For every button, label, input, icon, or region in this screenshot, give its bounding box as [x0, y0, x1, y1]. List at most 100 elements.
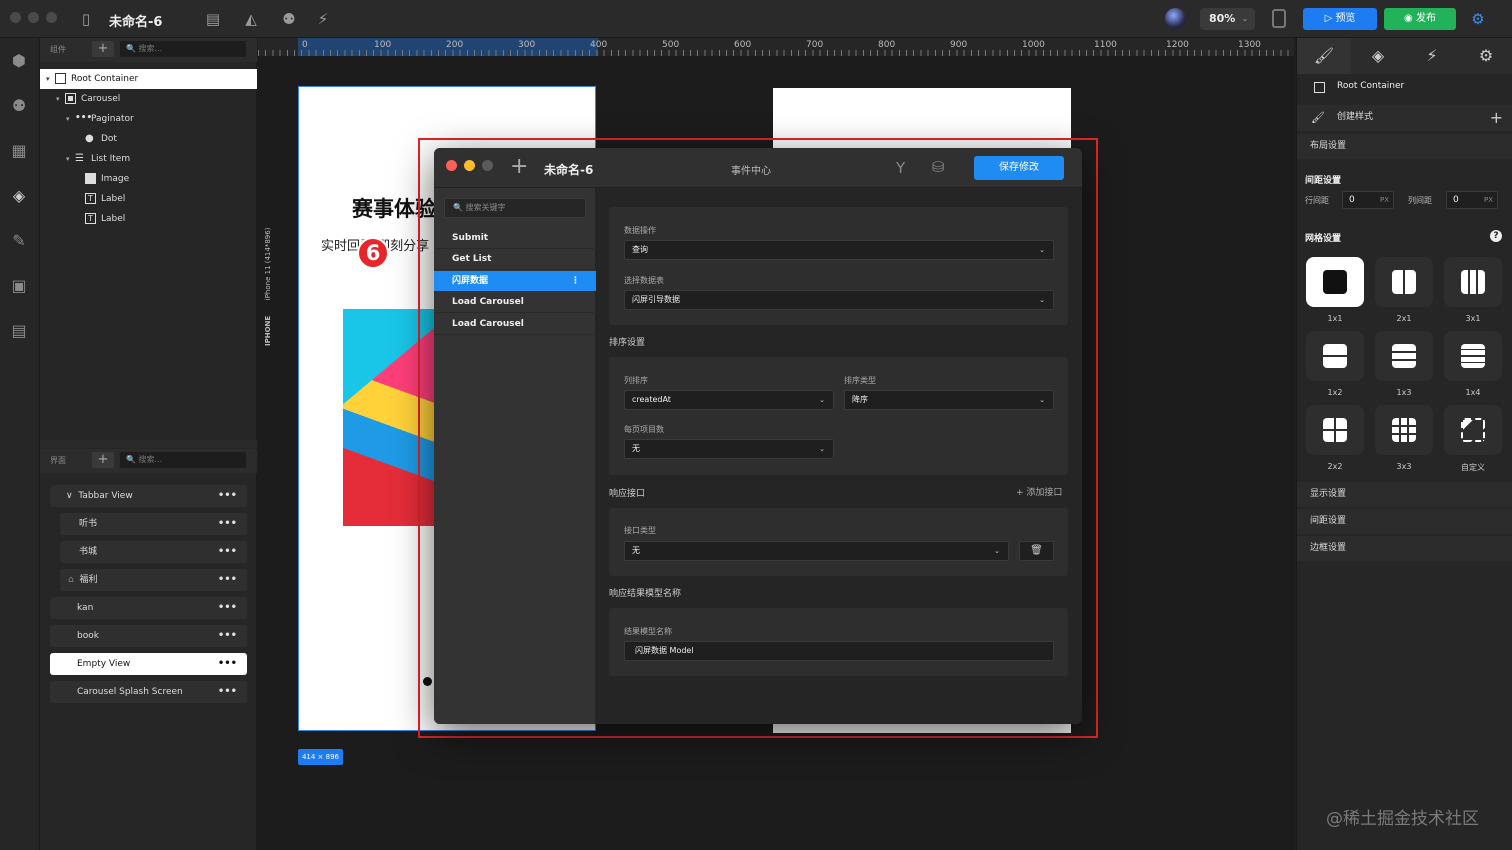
grid-1x1-button[interactable]	[1306, 257, 1364, 307]
pin-icon[interactable]: ✎	[8, 230, 30, 252]
table-icon[interactable]: ▤	[8, 320, 30, 342]
sort-type-select[interactable]: 降序 ⌄	[844, 390, 1054, 410]
lightning-icon[interactable]: ⚡	[314, 10, 332, 28]
grid-1x2-button[interactable]	[1306, 331, 1364, 381]
data-op-select[interactable]: 查询 ⌄	[624, 240, 1054, 260]
more-icon[interactable]: •••	[218, 653, 237, 675]
response-section-title: 响应接口	[609, 489, 646, 499]
help-icon[interactable]: ?	[1490, 230, 1502, 242]
ruler-label: 500	[662, 40, 680, 50]
tree-item-paginator[interactable]: ▾ •••Paginator	[40, 109, 257, 129]
page-item-book[interactable]: book •••	[50, 625, 247, 647]
ruler-label: 800	[878, 40, 896, 50]
components-search-input[interactable]: 🔍 搜索...	[120, 41, 246, 57]
page-item-fuli[interactable]: ⌂ 福利 •••	[60, 569, 247, 591]
avatar[interactable]	[1165, 8, 1186, 29]
assets-icon[interactable]: ⚉	[8, 95, 30, 117]
display-settings-row[interactable]: 显示设置	[1297, 482, 1512, 507]
interface-type-select[interactable]: 无 ⌄	[624, 541, 1009, 561]
zoom-select[interactable]: 80% ⌄	[1200, 8, 1255, 30]
modal-close-button[interactable]	[446, 160, 457, 171]
brush-icon[interactable]: 🖌	[1297, 38, 1351, 74]
tree-item-image[interactable]: Image	[40, 169, 257, 189]
event-item-selected[interactable]: 闪屏数据 ⋮	[434, 271, 596, 292]
window-zoom-button[interactable]	[46, 12, 57, 23]
page-label: 福利	[79, 575, 98, 585]
row-gap-input[interactable]: 0 PX	[1342, 191, 1394, 209]
model-name-input[interactable]: 闪屏数据 Model	[624, 641, 1054, 661]
cube-icon[interactable]: ⬢	[8, 50, 30, 72]
pages-search-input[interactable]: 🔍 搜索...	[120, 452, 246, 468]
window-close-button[interactable]	[10, 12, 21, 23]
add-component-button[interactable]: +	[92, 41, 114, 57]
robot-icon[interactable]: ⚙	[1459, 38, 1512, 74]
more-icon[interactable]: •••	[218, 541, 237, 563]
panel-divider[interactable]	[40, 440, 257, 448]
tree-item-carousel[interactable]: ▾ Carousel	[40, 89, 257, 109]
save-changes-button[interactable]: 保存修改	[974, 156, 1064, 180]
document-icon[interactable]: ▤	[204, 10, 222, 28]
pages-icon[interactable]: ▣	[8, 275, 30, 297]
diamond-icon[interactable]: ◈	[1351, 38, 1405, 74]
spacing-settings-row[interactable]: 间距设置	[1297, 509, 1512, 534]
page-item-empty-view[interactable]: Empty View •••	[50, 653, 247, 675]
col-gap-input[interactable]: 0 PX	[1446, 191, 1498, 209]
event-item[interactable]: Submit	[434, 228, 596, 249]
tree-item-label[interactable]: T Label	[40, 189, 257, 209]
trash-icon[interactable]: 🗑	[1019, 541, 1054, 561]
filter-icon[interactable]: Y	[896, 159, 905, 177]
settings-sliders-icon[interactable]: ⚙	[1469, 10, 1487, 28]
layout-settings-row[interactable]: 布局设置	[1297, 134, 1512, 159]
page-item-kan[interactable]: kan •••	[50, 597, 247, 619]
tree-item-label[interactable]: T Label	[40, 209, 257, 229]
more-icon[interactable]: •••	[218, 597, 237, 619]
shapes-icon[interactable]: ◭	[242, 10, 260, 28]
event-item[interactable]: Get List	[434, 249, 596, 270]
page-item-tabbar-view[interactable]: ∨ Tabbar View •••	[50, 485, 247, 507]
table-select[interactable]: 闪屏引导数据 ⌄	[624, 290, 1054, 310]
components-icon[interactable]: ⚉	[280, 10, 298, 28]
more-icon[interactable]: •••	[218, 569, 237, 591]
grid-1x4-button[interactable]	[1444, 331, 1502, 381]
grid-3x3-button[interactable]	[1375, 405, 1433, 455]
more-vertical-icon[interactable]: ⋮	[571, 271, 580, 292]
add-event-icon[interactable]: +	[510, 155, 528, 179]
window-minimize-button[interactable]	[28, 12, 39, 23]
modal-minimize-button[interactable]	[464, 160, 475, 171]
page-item-tingshu[interactable]: 听书 •••	[60, 513, 247, 535]
grid-icon[interactable]: ▦	[8, 140, 30, 162]
device-icon[interactable]	[1272, 9, 1286, 28]
tree-item-dot[interactable]: ● Dot	[40, 129, 257, 149]
publish-button[interactable]: ◉ 发布	[1384, 8, 1456, 30]
database-icon[interactable]: ⛁	[932, 158, 945, 176]
modal-zoom-button[interactable]	[482, 160, 493, 171]
event-item[interactable]: Load Carousel	[434, 314, 596, 335]
layers-icon[interactable]: ◈	[8, 185, 30, 207]
sort-column-select[interactable]: createdAt ⌄	[624, 390, 834, 410]
grid-1x3-button[interactable]	[1375, 331, 1433, 381]
grid-2x2-button[interactable]	[1306, 405, 1364, 455]
preview-button[interactable]: ▷ 预览	[1303, 8, 1377, 30]
sidebar-toggle-icon[interactable]: ▯	[77, 10, 95, 28]
grid-custom-button[interactable]	[1444, 405, 1502, 455]
grid-3x1-button[interactable]	[1444, 257, 1502, 307]
more-icon[interactable]: •••	[218, 513, 237, 535]
per-page-select[interactable]: 无 ⌄	[624, 439, 834, 459]
more-icon[interactable]: •••	[218, 485, 237, 507]
grid-2x1-button[interactable]	[1375, 257, 1433, 307]
add-page-button[interactable]: +	[92, 452, 114, 468]
add-interface-button[interactable]: + 添加接口	[1016, 485, 1062, 498]
event-search-input[interactable]: 🔍 搜索关键字	[444, 198, 586, 218]
tree-item-root-container[interactable]: ▾ Root Container	[40, 69, 257, 89]
page-item-carousel-splash[interactable]: Carousel Splash Screen •••	[50, 681, 247, 703]
tree-item-list-item[interactable]: ▾ ☰ List Item	[40, 149, 257, 169]
page-item-shucheng[interactable]: 书城 •••	[60, 541, 247, 563]
more-icon[interactable]: •••	[218, 681, 237, 703]
watermark: @稀土掘金技术社区	[1326, 809, 1479, 829]
more-icon[interactable]: •••	[218, 625, 237, 647]
lightning-icon[interactable]: ⚡	[1405, 38, 1459, 74]
border-settings-row[interactable]: 边框设置	[1297, 536, 1512, 561]
event-item[interactable]: Load Carousel	[434, 292, 596, 313]
create-style-row[interactable]: 🖌 创建样式 +	[1297, 105, 1512, 131]
plus-icon[interactable]: +	[1490, 105, 1503, 130]
